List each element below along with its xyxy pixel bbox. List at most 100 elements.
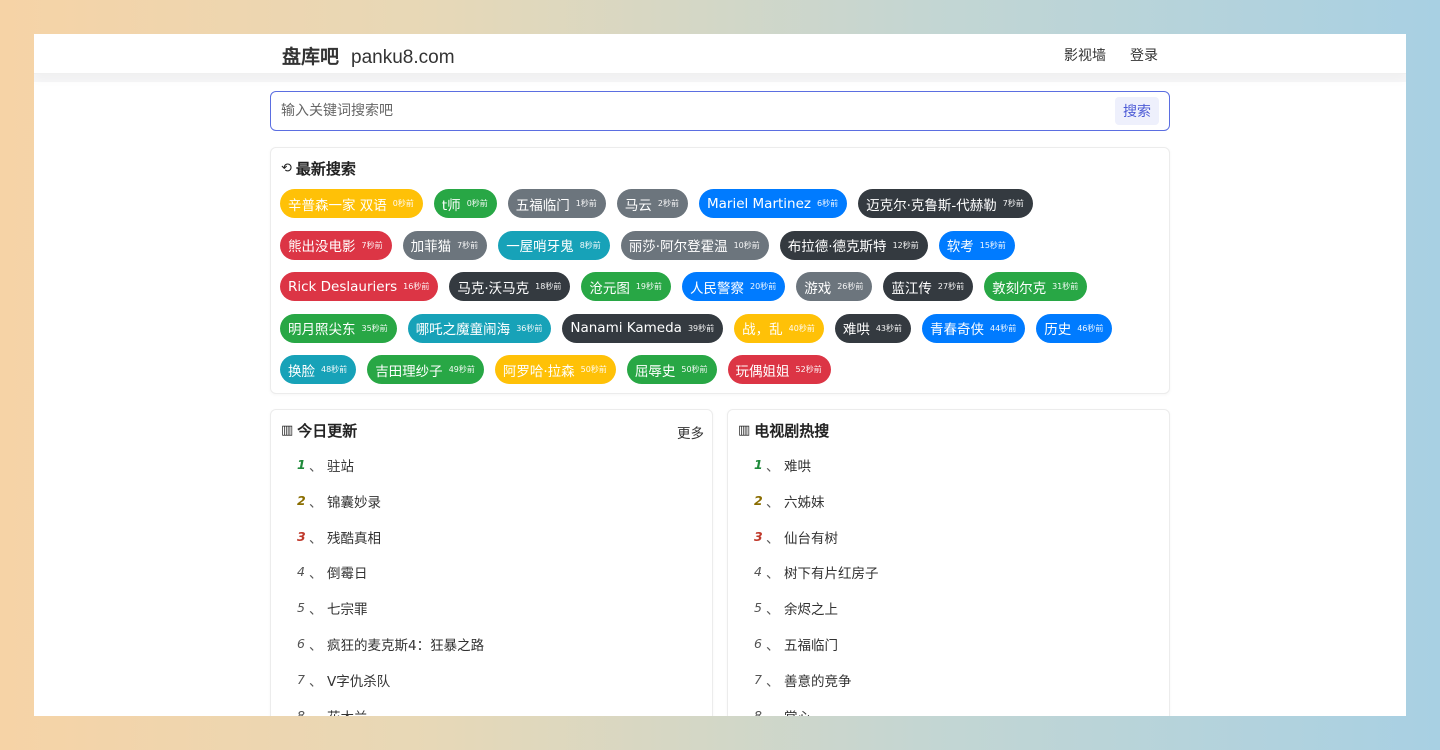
- tag-time: 39秒前: [687, 323, 715, 333]
- tag-row: Rick Deslauriers 16秒前 马克·沃马克 18秒前 沧元图 19秒前 人民警…: [280, 272, 1160, 301]
- item-title: 残酷真相: [327, 530, 381, 547]
- list-item[interactable]: 4、树下有片红房子: [754, 562, 879, 598]
- search-tag[interactable]: 历史 46秒前: [1036, 313, 1113, 343]
- tag-time: 27秒前: [937, 282, 965, 291]
- list-item[interactable]: 4、倒霉日: [297, 562, 484, 598]
- search-tag[interactable]: Nanami Kameda 39秒前: [562, 313, 724, 343]
- more-link[interactable]: 更多: [677, 422, 704, 442]
- item-title: 善意的竞争: [784, 673, 852, 690]
- search-tag[interactable]: 敦刻尔克 31秒前: [984, 272, 1088, 301]
- search-tag[interactable]: 哪吒之魔童闹海 36秒前: [407, 313, 552, 343]
- search-tag[interactable]: 明月照尖东 35秒前: [280, 313, 397, 343]
- list-item[interactable]: 6、五福临门: [754, 634, 879, 670]
- search-tag[interactable]: 沧元图 19秒前: [581, 272, 672, 301]
- search-tag[interactable]: 吉田理纱子 49秒前: [367, 355, 484, 384]
- nav-links: 影视墙 登录: [1064, 45, 1158, 65]
- tag-time: 2秒前: [657, 199, 679, 208]
- search-tag[interactable]: 青春奇侠 44秒前: [922, 313, 1026, 343]
- tag-label: Rick Deslauriers: [288, 278, 398, 295]
- recent-search-tags: 辛普森一家 双语 0秒前 t师 0秒前 五福临门 1秒前 马云 2秒前 Mariel Marti…: [280, 189, 1160, 397]
- search-tag[interactable]: 五福临门 1秒前: [507, 189, 606, 218]
- tag-time: 1秒前: [575, 199, 597, 208]
- list-item[interactable]: 5、七宗罪: [297, 598, 484, 634]
- search-tag[interactable]: 人民警察 20秒前: [682, 272, 786, 301]
- item-title: 余烬之上: [784, 602, 838, 619]
- tag-label: 敦刻尔克: [992, 280, 1047, 297]
- search-tag[interactable]: 辛普森一家 双语 0秒前: [280, 189, 423, 218]
- search-tag[interactable]: 熊出没电影 7秒前: [280, 230, 392, 260]
- list-item[interactable]: 2、六姊妹: [754, 491, 879, 527]
- item-title: 花木兰: [327, 706, 368, 716]
- tag-row: 辛普森一家 双语 0秒前 t师 0秒前 五福临门 1秒前 马云 2秒前 Mariel Marti…: [280, 189, 1160, 218]
- tag-label: 五福临门: [515, 197, 570, 214]
- site-brand[interactable]: 盘库吧 panku8.com: [282, 42, 455, 69]
- brand-name[interactable]: 盘库吧: [282, 42, 339, 69]
- search-tag[interactable]: 加菲猫 7秒前: [402, 230, 488, 260]
- tag-time: 18秒前: [535, 282, 562, 291]
- search-input[interactable]: [281, 100, 1101, 122]
- header-divider: [34, 74, 1406, 82]
- tag-time: 19秒前: [635, 282, 663, 291]
- tag-time: 40秒前: [788, 323, 815, 333]
- recent-search-title-text: 最新搜索: [295, 160, 356, 178]
- list-item[interactable]: 3、仙台有树: [754, 527, 879, 563]
- tag-time: 7秒前: [457, 240, 479, 250]
- list-item[interactable]: 7、 V字仇杀队: [297, 670, 484, 706]
- tag-label: 吉田理纱子: [375, 363, 443, 380]
- search-tag[interactable]: 一屋哨牙鬼 8秒前: [498, 230, 610, 260]
- search-tag[interactable]: 马云 2秒前: [616, 189, 688, 218]
- search-tag[interactable]: 布拉德·德克斯特 12秒前: [779, 230, 928, 260]
- search-tag[interactable]: 蓝江传 27秒前: [883, 272, 974, 301]
- tag-time: 10秒前: [733, 240, 760, 250]
- tag-label: Mariel Martinez: [706, 195, 812, 212]
- item-title: 疯狂的麦克斯4：狂暴之路: [327, 637, 485, 654]
- tag-time: 35秒前: [361, 323, 388, 333]
- search-tag[interactable]: 战，乱 40秒前: [734, 313, 824, 343]
- search-tag[interactable]: 迈克尔·克鲁斯-代赫勒 7秒前: [858, 189, 1033, 218]
- tag-time: 20秒前: [750, 282, 777, 291]
- search-tag[interactable]: Mariel Martinez 6秒前: [698, 189, 848, 218]
- tag-label: 屈辱史: [634, 363, 676, 380]
- search-tag[interactable]: t师 0秒前: [433, 189, 497, 218]
- list-item[interactable]: 8、掌心: [754, 706, 879, 716]
- tag-label: 蓝江传: [891, 280, 932, 297]
- list-item[interactable]: 1、难哄: [754, 455, 879, 491]
- nav-video-wall[interactable]: 影视墙: [1064, 45, 1106, 65]
- search-button[interactable]: 搜索: [1115, 97, 1159, 125]
- tag-label: 哪吒之魔童闹海: [415, 322, 511, 338]
- list-item[interactable]: 8、花木兰: [297, 706, 484, 716]
- chart-bar-icon: ▥: [281, 423, 294, 438]
- search-tag[interactable]: 游戏 26秒前: [796, 272, 873, 301]
- search-tag[interactable]: 玩偶姐姐 52秒前: [727, 355, 831, 384]
- tag-time: 6秒前: [817, 199, 839, 208]
- tag-label: Nanami Kameda: [570, 320, 682, 336]
- tag-time: 31秒前: [1052, 282, 1079, 291]
- history-icon: ⟲: [281, 161, 292, 176]
- browser-window: 盘库吧 panku8.com 影视墙 登录 搜索 ⟲ 最新搜索 辛普森一家 双语…: [34, 34, 1406, 716]
- list-item[interactable]: 1、驻站: [297, 455, 484, 491]
- tag-label: 丽莎·阿尔登霍温: [628, 239, 728, 255]
- nav-login[interactable]: 登录: [1130, 45, 1158, 65]
- tag-label: 难哄: [842, 322, 870, 338]
- list-item[interactable]: 5、余烬之上: [754, 598, 879, 634]
- brand-domain[interactable]: panku8.com: [351, 47, 455, 69]
- item-title: 掌心: [784, 706, 811, 716]
- item-title: V字仇杀队: [327, 673, 391, 690]
- list-item[interactable]: 7、善意的竞争: [754, 670, 879, 706]
- search-tag[interactable]: 马克·沃马克 18秒前: [449, 272, 571, 301]
- search-tag[interactable]: 换脸 48秒前: [280, 355, 357, 384]
- list-item[interactable]: 3、残酷真相: [297, 527, 484, 563]
- tag-time: 49秒前: [448, 365, 475, 374]
- search-tag[interactable]: 软考 15秒前: [938, 230, 1015, 260]
- search-tag[interactable]: 难哄 43秒前: [834, 313, 912, 343]
- tag-label: 换脸: [288, 363, 315, 380]
- search-tag[interactable]: 屈辱史 50秒前: [626, 355, 717, 384]
- search-tag[interactable]: Rick Deslauriers 16秒前: [280, 272, 439, 301]
- search-tag[interactable]: 丽莎·阿尔登霍温 10秒前: [620, 230, 769, 260]
- list-item[interactable]: 2、锦囊妙录: [297, 491, 484, 527]
- list-item[interactable]: 6、疯狂的麦克斯4：狂暴之路: [297, 634, 484, 670]
- search-box: 搜索: [270, 91, 1170, 131]
- tag-label: 布拉德·德克斯特: [787, 239, 887, 255]
- search-tag[interactable]: 阿罗哈·拉森 50秒前: [494, 355, 616, 384]
- tag-label: 战，乱: [742, 322, 783, 338]
